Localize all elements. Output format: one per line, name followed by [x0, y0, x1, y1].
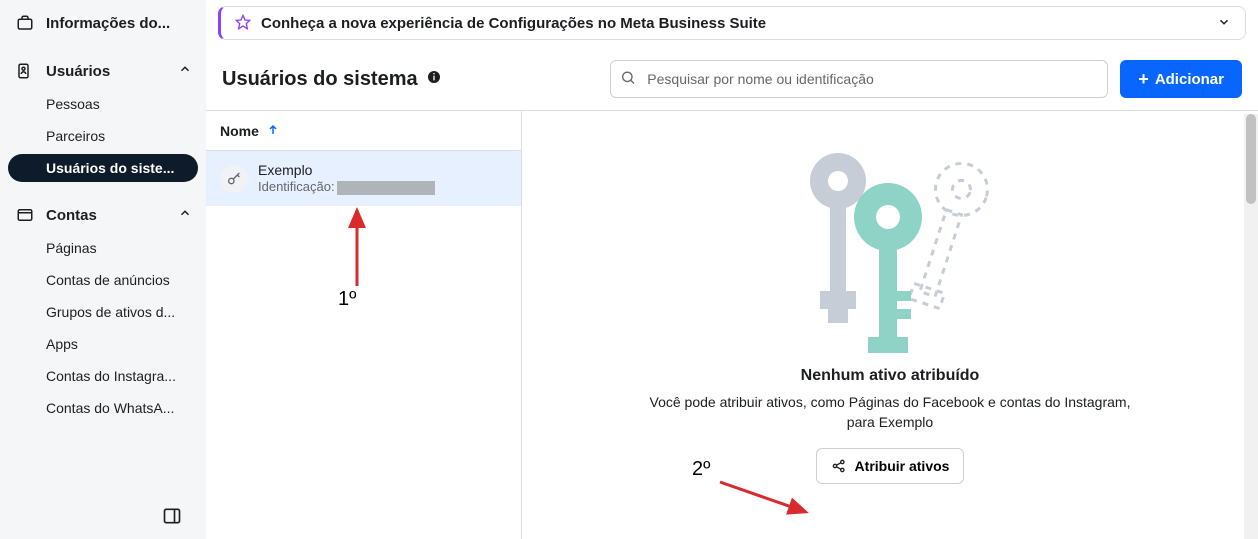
share-icon [831, 458, 847, 474]
list-item-id-label: Identificação: [258, 179, 335, 196]
sidebar-item-label: Contas do Instagra... [46, 368, 176, 384]
main: Conheça a nova experiência de Configuraç… [206, 0, 1258, 539]
assign-assets-button[interactable]: Atribuir ativos [816, 448, 965, 484]
sidebar-item-label: Contas do WhatsA... [46, 400, 174, 416]
sidebar-item-label: Contas de anúncios [46, 272, 170, 288]
collapse-sidebar-button[interactable] [162, 506, 182, 529]
sidebar-item-business-info[interactable]: Informações do... [0, 6, 206, 40]
sidebar-item-label: Parceiros [46, 128, 105, 144]
empty-body: Você pode atribuir ativos, como Páginas … [650, 393, 1131, 432]
users-icon [14, 62, 36, 80]
keys-illustration [770, 141, 1010, 361]
chevron-down-icon [1217, 15, 1231, 32]
sidebar-item-partners[interactable]: Parceiros [0, 120, 206, 152]
sidebar-item-label: Informações do... [46, 15, 170, 32]
sidebar-item-pages[interactable]: Páginas [0, 232, 206, 264]
chevron-up-icon [178, 62, 192, 80]
sidebar: Informações do... Usuários Pessoas Parce… [0, 0, 206, 539]
sidebar-item-whatsapp[interactable]: Contas do WhatsA... [0, 392, 206, 424]
list-item[interactable]: Exemplo Identificação: [206, 151, 521, 206]
chevron-up-icon [178, 206, 192, 224]
search-input[interactable] [610, 60, 1108, 98]
info-banner[interactable]: Conheça a nova experiência de Configuraç… [218, 6, 1246, 40]
briefcase-icon [14, 14, 36, 32]
add-button-label: Adicionar [1155, 71, 1224, 88]
sidebar-section-accounts[interactable]: Contas [0, 198, 206, 232]
scrollbar[interactable] [1244, 114, 1258, 539]
info-icon[interactable] [426, 68, 442, 91]
sidebar-item-label: Apps [46, 336, 78, 352]
detail-pane: Nenhum ativo atribuído Você pode atribui… [522, 110, 1258, 539]
sidebar-item-instagram[interactable]: Contas do Instagra... [0, 360, 206, 392]
add-button[interactable]: + Adicionar [1120, 60, 1242, 98]
scrollbar-thumb[interactable] [1246, 114, 1256, 204]
sidebar-item-asset-groups[interactable]: Grupos de ativos d... [0, 296, 206, 328]
sort-asc-icon [267, 123, 279, 139]
sidebar-item-apps[interactable]: Apps [0, 328, 206, 360]
key-icon [220, 165, 248, 193]
page-title: Usuários do sistema [222, 68, 442, 91]
sidebar-section-label: Contas [46, 207, 97, 224]
sidebar-item-label: Páginas [46, 240, 97, 256]
star-icon [235, 14, 251, 33]
assign-button-label: Atribuir ativos [855, 458, 950, 474]
accounts-icon [14, 206, 36, 224]
sidebar-section-users[interactable]: Usuários [0, 54, 206, 88]
column-header-name: Nome [220, 123, 259, 139]
list-item-name: Exemplo [258, 161, 435, 179]
sidebar-item-people[interactable]: Pessoas [0, 88, 206, 120]
plus-icon: + [1138, 70, 1149, 88]
sidebar-item-label: Usuários do siste... [46, 160, 174, 176]
list-header[interactable]: Nome [206, 111, 521, 151]
banner-text: Conheça a nova experiência de Configuraç… [261, 15, 1217, 32]
sidebar-section-label: Usuários [46, 63, 110, 80]
user-list-pane: Nome Exemplo Identificação: [206, 110, 522, 539]
sidebar-item-system-users[interactable]: Usuários do siste... [0, 152, 206, 184]
sidebar-item-label: Grupos de ativos d... [46, 304, 175, 320]
search-icon [620, 70, 636, 89]
empty-title: Nenhum ativo atribuído [801, 367, 980, 385]
sidebar-item-ad-accounts[interactable]: Contas de anúncios [0, 264, 206, 296]
list-item-id-value [337, 181, 435, 195]
sidebar-item-label: Pessoas [46, 96, 100, 112]
